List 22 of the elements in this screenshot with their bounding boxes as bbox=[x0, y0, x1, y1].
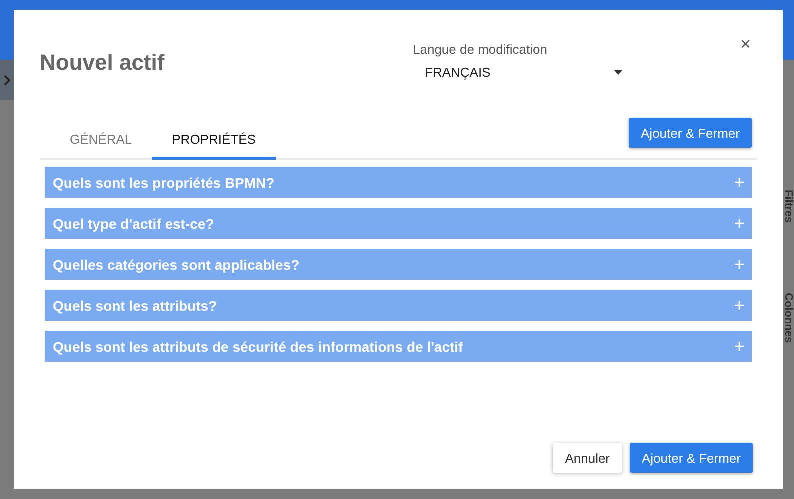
close-button[interactable]: × bbox=[734, 34, 757, 55]
accordion-header[interactable]: Quels sont les attributs? bbox=[45, 290, 752, 321]
language-label: Langue de modification bbox=[413, 42, 548, 57]
accordion-header[interactable]: Quelles catégories sont applicables? bbox=[45, 249, 752, 280]
accordion-header[interactable]: Quels sont les propriétés BPMN? bbox=[45, 167, 752, 198]
tab[interactable]: GÉNÉRAL bbox=[50, 132, 152, 160]
plus-icon bbox=[735, 342, 744, 351]
plus-icon bbox=[735, 260, 744, 269]
plus-icon bbox=[735, 178, 744, 187]
accordion-header[interactable]: Quel type d'actif est-ce? bbox=[45, 208, 752, 239]
add-close-button[interactable]: Ajouter & Fermer bbox=[629, 118, 752, 148]
expand-tab[interactable] bbox=[0, 60, 14, 100]
language-select[interactable]: FRANÇAIS bbox=[425, 65, 623, 80]
accordion-header[interactable]: Quels sont les attributs de sécurité des informations de l'actif bbox=[45, 331, 752, 362]
plus-icon bbox=[735, 301, 744, 310]
plus-icon bbox=[735, 219, 744, 228]
chevron-icon bbox=[4, 74, 10, 86]
dropdown-caret-icon bbox=[614, 70, 623, 75]
dialog-title: Nouvel actif bbox=[40, 50, 166, 76]
cancel-button[interactable]: Annuler bbox=[553, 443, 622, 473]
tab[interactable]: PROPRIÉTÉS bbox=[152, 132, 276, 160]
add-close-button[interactable]: Ajouter & Fermer bbox=[630, 443, 753, 473]
